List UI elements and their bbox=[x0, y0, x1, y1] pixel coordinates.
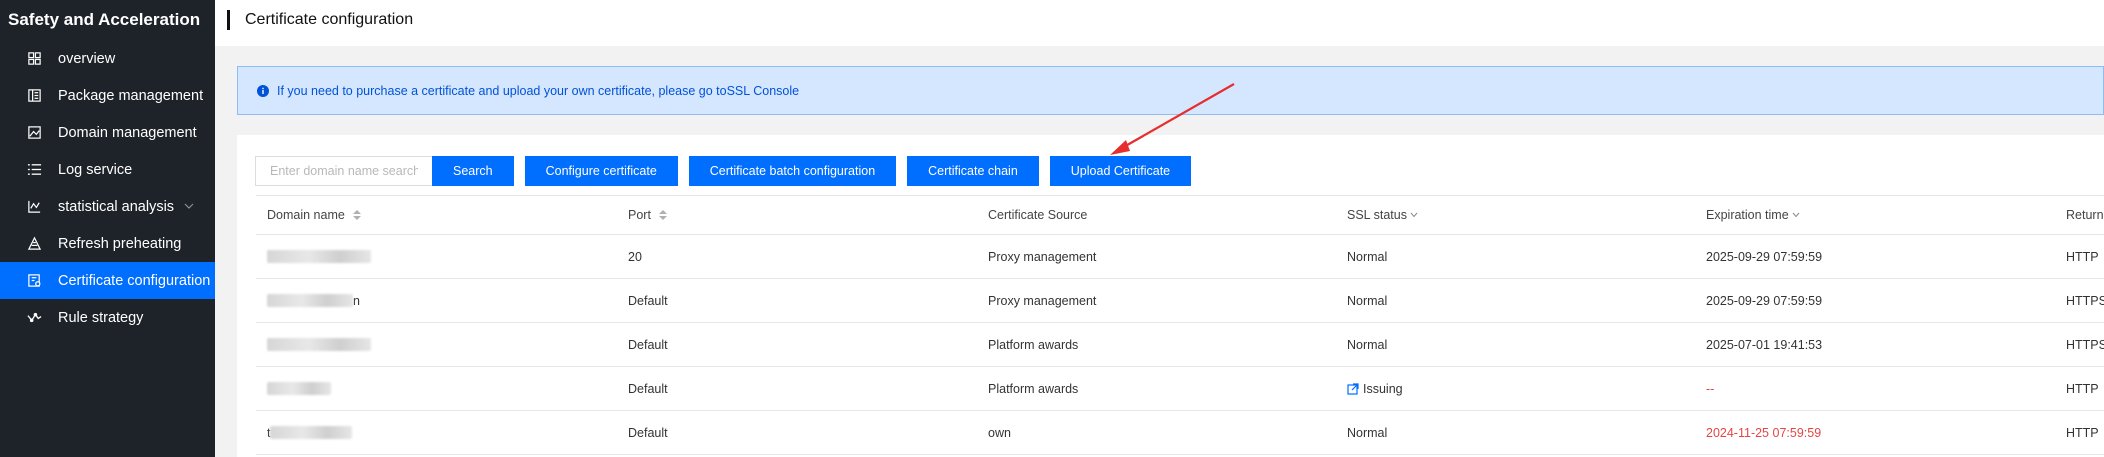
expiration-cell: -- bbox=[1706, 381, 1715, 396]
source-cell: Proxy management bbox=[988, 249, 1097, 264]
expiration-cell: 2025-09-29 07:59:59 bbox=[1706, 293, 1823, 308]
column-header-domain[interactable]: Domain name bbox=[267, 208, 362, 222]
redacted-domain bbox=[267, 294, 353, 307]
sidebar-item-certificate-configuration[interactable]: Certificate configuration bbox=[0, 262, 215, 299]
expiration-cell: 2025-09-29 07:59:59 bbox=[1706, 249, 1823, 264]
source-cell: Platform awards bbox=[988, 337, 1079, 352]
sidebar-item-domain-management[interactable]: Domain management bbox=[0, 114, 215, 151]
table-row: t Default own Normal 2024-11-25 07:59:59… bbox=[256, 411, 2104, 455]
chart-icon bbox=[26, 199, 42, 215]
sidebar-item-package-management[interactable]: Package management bbox=[0, 77, 215, 114]
sidebar-title: Safety and Acceleration bbox=[8, 10, 201, 29]
sidebar-item-label: overview bbox=[58, 50, 116, 67]
source-cell: own bbox=[988, 425, 1011, 440]
page-title: Certificate configuration bbox=[245, 11, 414, 28]
source-cell: Platform awards bbox=[988, 381, 1079, 396]
info-icon bbox=[257, 84, 269, 97]
column-header-source: Certificate Source bbox=[988, 208, 1088, 222]
return-type-cell: HTTPS bbox=[2066, 293, 2104, 308]
sidebar-item-rule-strategy[interactable]: Rule strategy bbox=[0, 299, 215, 336]
table-header: Domain name Port Certificate Source SSL … bbox=[256, 195, 2104, 235]
column-header-expiration[interactable]: Expiration time bbox=[1706, 208, 1800, 222]
ssl-status-cell: Normal bbox=[1347, 293, 1388, 308]
header-accent-bar bbox=[227, 10, 230, 30]
sidebar-item-label: Certificate configuration bbox=[58, 272, 211, 289]
table-row: 20 Proxy management Normal 2025-09-29 07… bbox=[256, 235, 2104, 279]
chevron-down-icon[interactable] bbox=[1410, 212, 1418, 218]
redacted-domain bbox=[267, 382, 331, 395]
configure-certificate-button[interactable]: Configure certificate bbox=[524, 156, 678, 186]
return-type-cell: HTTP bbox=[2066, 425, 2099, 440]
domain-cell bbox=[267, 338, 371, 351]
sidebar-nav: overview Package management Domain manag… bbox=[0, 40, 215, 336]
port-cell: Default bbox=[628, 293, 668, 308]
port-cell: 20 bbox=[628, 249, 642, 264]
port-cell: Default bbox=[628, 381, 668, 396]
sidebar-item-label: Domain management bbox=[58, 124, 197, 141]
domain-cell: t bbox=[267, 426, 353, 440]
domain-cell bbox=[267, 382, 331, 395]
return-type-cell: HTTP bbox=[2066, 249, 2099, 264]
ssl-status-cell: Normal bbox=[1347, 425, 1388, 440]
page-header: Certificate configuration bbox=[215, 0, 2104, 46]
ssl-status-cell: Normal bbox=[1347, 337, 1388, 352]
list-icon bbox=[26, 162, 42, 178]
certificate-table: Domain name Port Certificate Source SSL … bbox=[256, 195, 2104, 455]
info-notice: If you need to purchase a certificate an… bbox=[237, 66, 2104, 115]
sidebar-item-label: Package management bbox=[58, 87, 204, 104]
ssl-status-cell: Normal bbox=[1347, 249, 1388, 264]
table-row: n Default Proxy management Normal 2025-0… bbox=[256, 279, 2104, 323]
redacted-domain bbox=[267, 338, 371, 351]
sidebar-item-refresh-preheating[interactable]: Refresh preheating bbox=[0, 225, 215, 262]
package-icon bbox=[26, 88, 42, 104]
sort-icon[interactable] bbox=[658, 209, 668, 221]
certificate-chain-button[interactable]: Certificate chain bbox=[907, 156, 1039, 186]
column-header-ssl-status[interactable]: SSL status bbox=[1347, 208, 1418, 222]
sidebar: Safety and Acceleration overview Package… bbox=[0, 0, 215, 457]
sidebar-item-label: Log service bbox=[58, 161, 133, 178]
column-header-port[interactable]: Port bbox=[628, 208, 668, 222]
sidebar-item-log-service[interactable]: Log service bbox=[0, 151, 215, 188]
column-header-return-type: Return type bbox=[2066, 208, 2104, 222]
port-cell: Default bbox=[628, 425, 668, 440]
domain-icon bbox=[26, 125, 42, 141]
expiration-cell: 2024-11-25 07:59:59 bbox=[1706, 425, 1822, 440]
chevron-down-icon[interactable] bbox=[1792, 212, 1800, 218]
certificate-icon bbox=[26, 273, 42, 289]
ssl-status-cell: Issuing bbox=[1347, 382, 1403, 396]
rule-icon bbox=[26, 310, 42, 326]
sidebar-item-overview[interactable]: overview bbox=[0, 40, 215, 77]
external-link-icon[interactable] bbox=[1347, 382, 1359, 395]
certificate-panel: Search Configure certificate Certificate… bbox=[237, 135, 2104, 457]
chevron-down-icon bbox=[184, 203, 194, 209]
expiration-cell: 2025-07-01 19:41:53 bbox=[1706, 337, 1823, 352]
sidebar-item-label: Rule strategy bbox=[58, 309, 144, 326]
grid-icon bbox=[26, 51, 42, 67]
port-cell: Default bbox=[628, 337, 668, 352]
source-cell: Proxy management bbox=[988, 293, 1097, 308]
domain-cell: n bbox=[267, 294, 360, 308]
refresh-icon bbox=[26, 236, 42, 252]
sidebar-item-label: Refresh preheating bbox=[58, 235, 182, 252]
return-type-cell: HTTPS bbox=[2066, 337, 2104, 352]
search-input[interactable] bbox=[255, 156, 432, 186]
return-type-cell: HTTP bbox=[2066, 381, 2099, 396]
notice-text[interactable]: If you need to purchase a certificate an… bbox=[277, 84, 799, 98]
sort-icon[interactable] bbox=[352, 209, 362, 221]
table-row: Default Platform awards Issuing -- HTTP bbox=[256, 367, 2104, 411]
sidebar-item-statistical-analysis[interactable]: statistical analysis bbox=[0, 188, 215, 225]
sidebar-item-label: statistical analysis bbox=[58, 198, 175, 215]
redacted-domain bbox=[270, 426, 353, 439]
domain-cell bbox=[267, 250, 371, 263]
toolbar: Search Configure certificate Certificate… bbox=[255, 156, 1192, 186]
certificate-batch-configuration-button[interactable]: Certificate batch configuration bbox=[688, 156, 897, 186]
upload-certificate-button[interactable]: Upload Certificate bbox=[1049, 156, 1192, 186]
redacted-domain bbox=[267, 250, 371, 263]
table-row: Default Platform awards Normal 2025-07-0… bbox=[256, 323, 2104, 367]
search-button[interactable]: Search bbox=[432, 156, 514, 186]
